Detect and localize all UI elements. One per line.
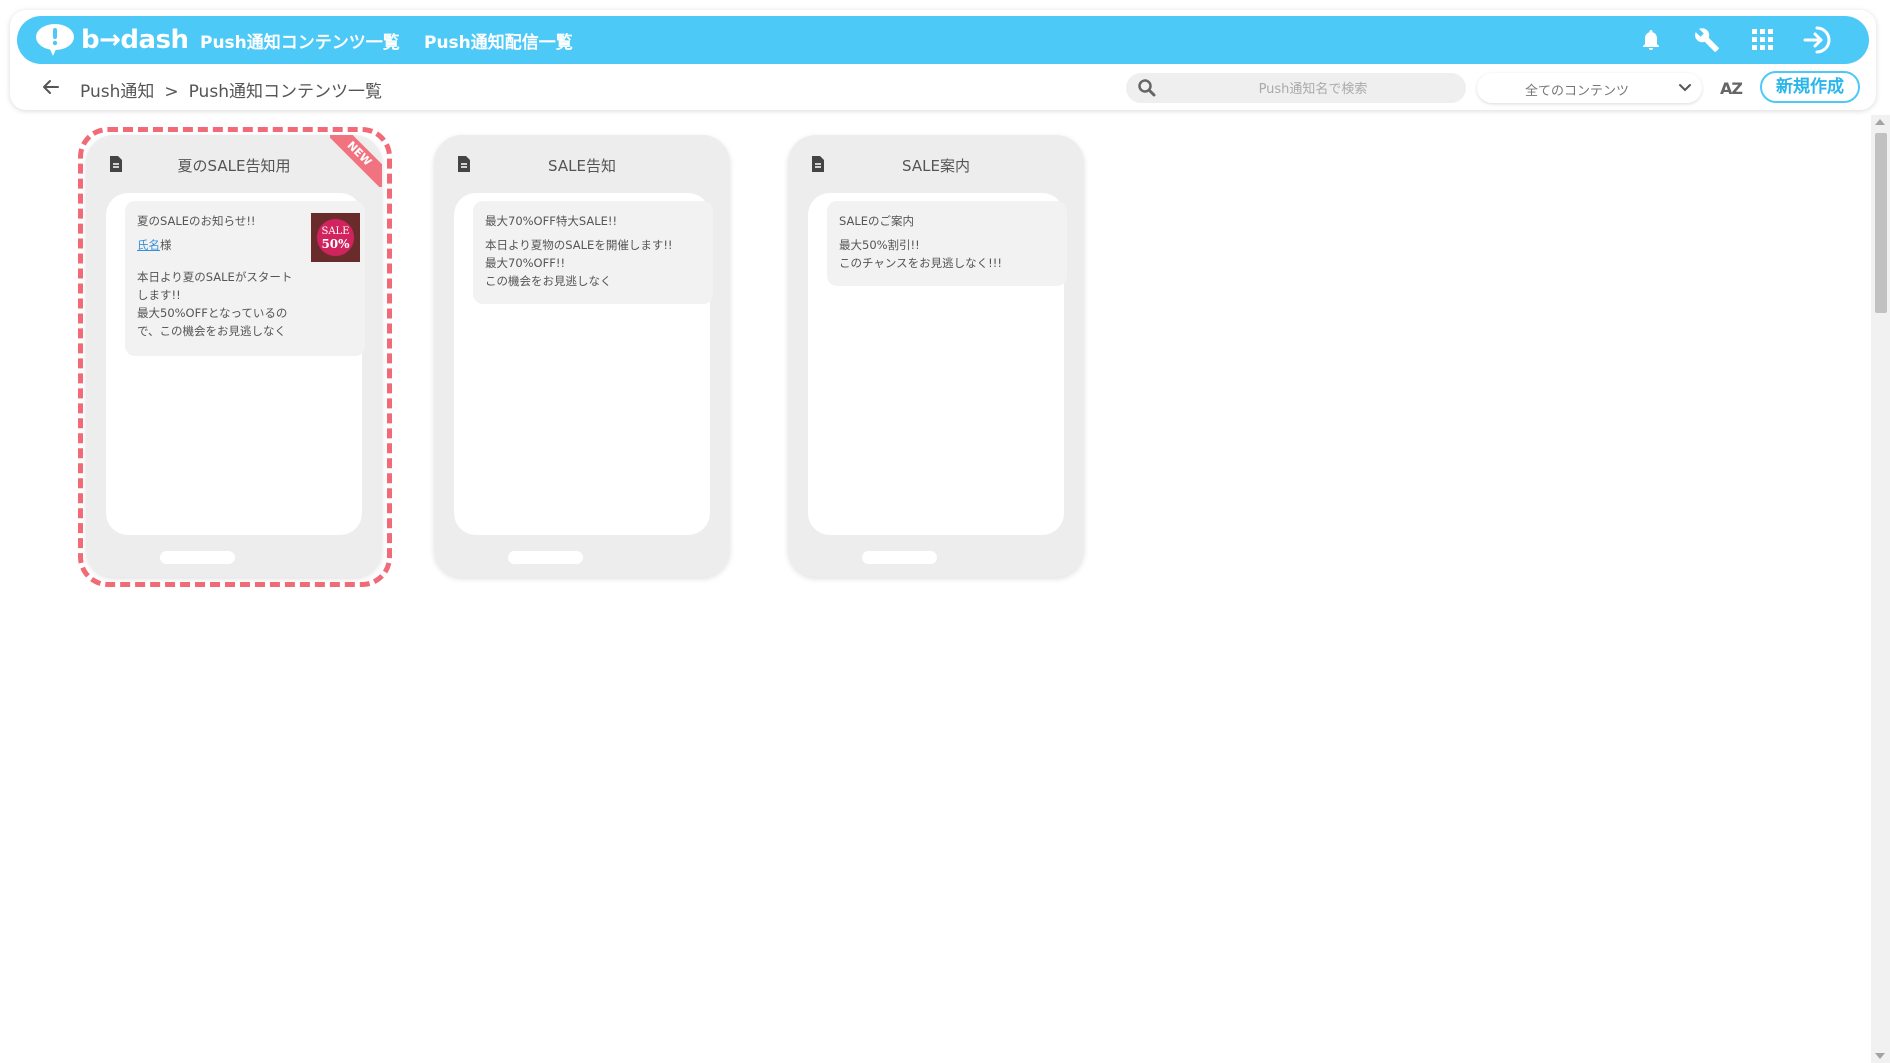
home-indicator [508,551,583,564]
card-title: SALE告知 [548,157,616,175]
message-title: SALEのご案内 [839,214,915,228]
sort-az-label: AZ [1720,78,1743,98]
top-navbar: b→dash Push通知コンテンツ一覧 Push通知配信一覧 [17,16,1869,64]
push-message-preview: 最大70%OFF特大SALE!! 本日より夏物のSALEを開催します!! 最大7… [473,201,713,304]
nav-push-contents[interactable]: Push通知コンテンツ一覧 [200,28,400,53]
push-message-preview: SALEのご案内 最大50%割引!! このチャンスをお見逃しなく!!! [827,201,1067,286]
vertical-scrollbar[interactable] [1871,115,1890,1063]
breadcrumb: Push通知 > Push通知コンテンツ一覧 [80,77,382,102]
search-input[interactable] [1166,76,1460,102]
search-icon [1138,79,1156,97]
wrench-icon[interactable] [1691,24,1723,56]
chevron-down-icon [1679,84,1691,92]
bell-icon[interactable] [1635,24,1667,56]
message-body: 最大50%割引!! このチャンスをお見逃しなく!!! [839,238,1002,270]
speech-bubble-icon [36,24,74,56]
phone-screen: 最大70%OFF特大SALE!! 本日より夏物のSALEを開催します!! 最大7… [454,193,713,535]
home-indicator [160,551,235,564]
name-placeholder-link[interactable]: 氏名 [137,238,160,252]
content-card[interactable]: 夏のSALE告知用 NEW 夏のSALEのお知らせ!! 氏名様 本日より夏のSA… [86,135,382,577]
grid-icon[interactable] [1747,24,1779,56]
content-card[interactable]: SALE案内 SALEのご案内 最大50%割引!! このチャンスをお見逃しなく!… [788,135,1084,577]
message-title: 最大70%OFF特大SALE!! [485,214,618,228]
nav-push-deliveries[interactable]: Push通知配信一覧 [424,28,573,53]
breadcrumb-root[interactable]: Push通知 [80,82,154,102]
content-card[interactable]: SALE告知 最大70%OFF特大SALE!! 本日より夏物のSALEを開催しま… [434,135,730,577]
back-arrow-icon[interactable] [40,76,62,98]
scroll-up-arrow[interactable] [1875,119,1885,125]
phone-screen: SALEのご案内 最大50%割引!! このチャンスをお見逃しなく!!! [808,193,1067,535]
breadcrumb-separator: > [164,82,179,102]
new-badge-label: NEW [330,135,382,187]
message-body: 本日より夏のSALEがスタート します!! 最大50%OFFとなっているの で、… [137,270,293,338]
sale-thumbnail-image: SALE 50% [311,213,360,262]
content-filter-value: 全てのコンテンツ [1524,84,1629,99]
home-indicator [862,551,937,564]
card-title: SALE案内 [902,157,970,175]
logo-text: b→dash [81,25,189,55]
sort-az-button[interactable]: AZ [1716,74,1746,102]
search-box [1126,73,1466,103]
push-message-preview: 夏のSALEのお知らせ!! 氏名様 本日より夏のSALEがスタート します!! … [125,201,365,356]
scroll-down-arrow[interactable] [1875,1053,1885,1059]
brand-logo[interactable]: b→dash [35,22,189,58]
breadcrumb-current: Push通知コンテンツ一覧 [188,82,382,102]
thumbnail-line-2: 50% [321,236,350,251]
logout-icon[interactable] [1802,24,1834,56]
thumbnail-line-1: SALE [321,225,350,237]
phone-screen: 夏のSALEのお知らせ!! 氏名様 本日より夏のSALEがスタート します!! … [106,193,365,535]
name-suffix: 様 [160,238,172,252]
content-filter-select[interactable]: 全てのコンテンツ [1477,73,1702,103]
scrollbar-thumb[interactable] [1875,133,1887,313]
new-badge: NEW [330,135,382,187]
new-create-button[interactable]: 新規作成 [1760,71,1860,103]
message-body: 本日より夏物のSALEを開催します!! 最大70%OFF!! この機会をお見逃し… [485,238,673,288]
